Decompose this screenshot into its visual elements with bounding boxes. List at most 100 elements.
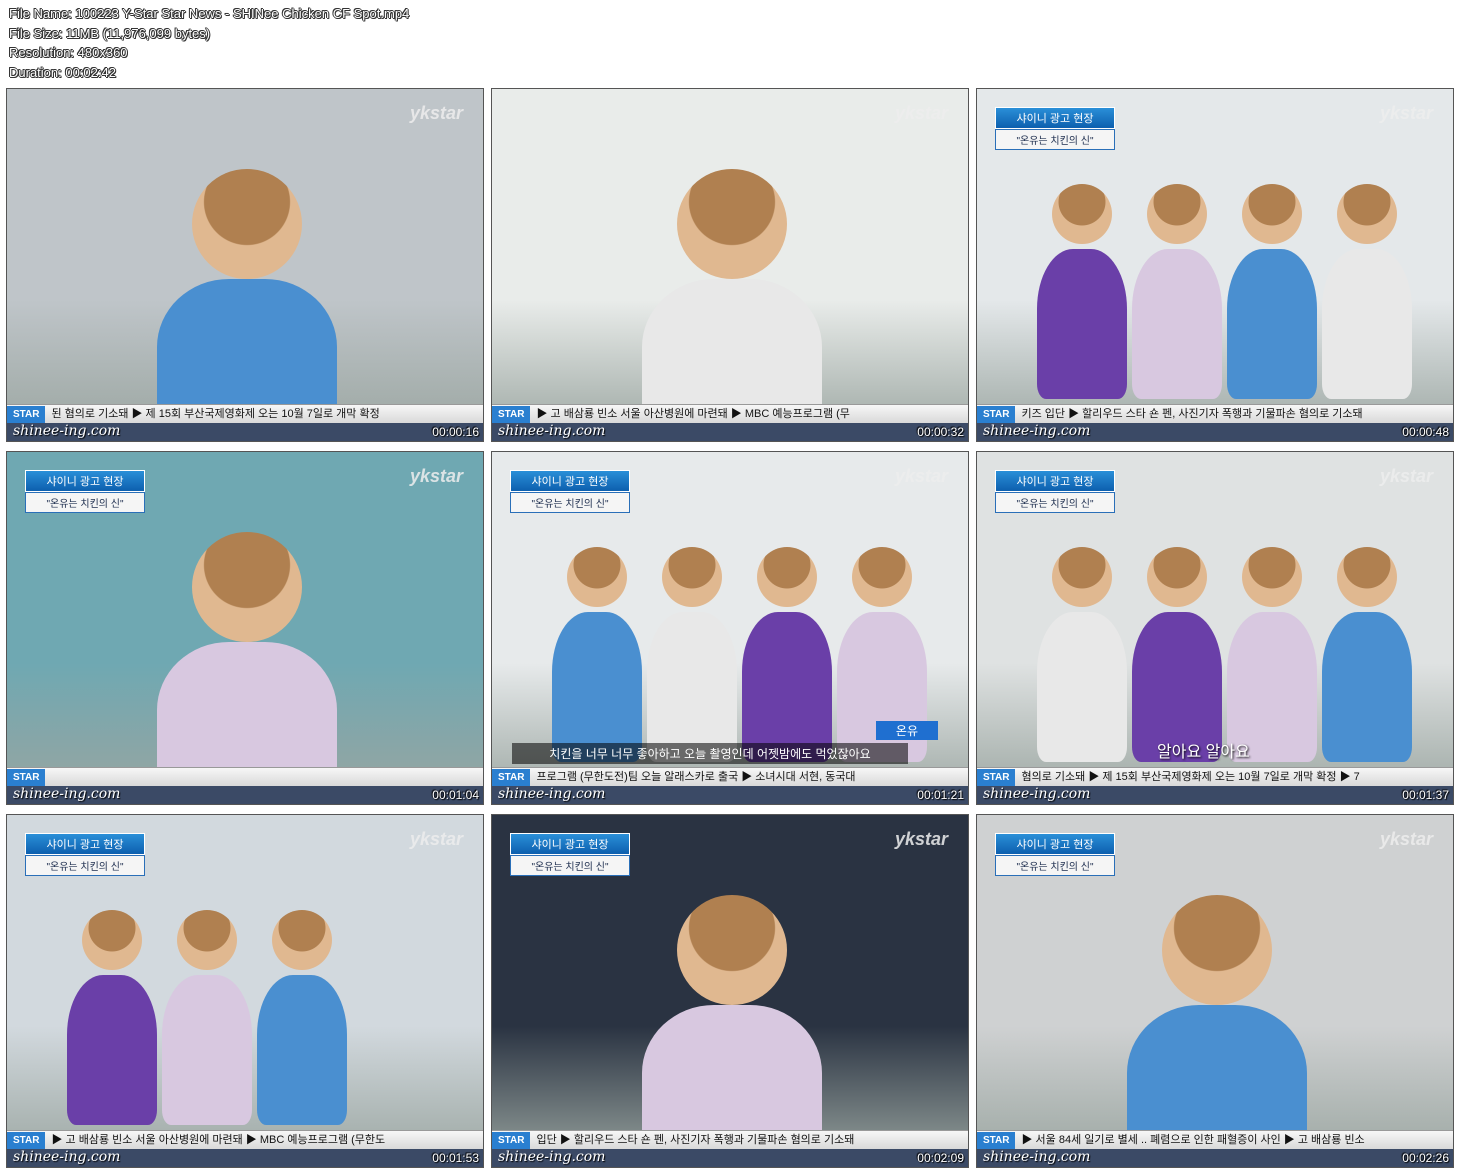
- video-thumbnail[interactable]: ykstar 샤이니 광고 현장 "온유는 치킨의 신" STAR 키즈 입단 ▶ 할리…: [976, 88, 1454, 442]
- person-head: [1242, 547, 1302, 607]
- ticker-text: 프로그램 (무한도전)팀 오늘 알래스카로 출국 ▶ 소녀시대 서현, 동국대: [536, 771, 856, 783]
- person-head: [177, 910, 237, 970]
- ticker-text: 된 혐의로 기소돼 ▶ 제 15회 부산국제영화제 오는 10월 7일로 개막 …: [51, 408, 380, 420]
- video-thumbnail[interactable]: ykstar STAR ▶ 고 배삼룡 빈소 서울 아산병원에 마련돼 ▶ MBC …: [491, 88, 969, 442]
- person-head: [192, 169, 302, 279]
- duration: Duration: 00:02:42: [9, 64, 116, 80]
- site-watermark: shinee-ing.com: [498, 1149, 606, 1165]
- subtitle-text: 알아요 알아요: [1157, 744, 1250, 761]
- video-thumbnail[interactable]: ykstar 샤이니 광고 현장 "온유는 치킨의 신" STAR ▶ 서울 84세 일…: [976, 814, 1454, 1168]
- video-thumbnail[interactable]: ykstar STAR 된 혐의로 기소돼 ▶ 제 15회 부산국제영화제 오는 1…: [6, 88, 484, 442]
- person-head: [1052, 547, 1112, 607]
- person-head: [567, 547, 627, 607]
- news-ticker: STAR: [7, 767, 483, 786]
- person-head: [82, 910, 142, 970]
- news-ticker: STAR 키즈 입단 ▶ 할리우드 스타 숀 펜, 사진기자 폭행과 기물파손 혐…: [977, 404, 1453, 423]
- person-head: [1147, 547, 1207, 607]
- timestamp: 00:01:37: [1402, 788, 1449, 802]
- person-figure: [1227, 249, 1317, 399]
- speaker-name: 온유: [875, 721, 938, 740]
- site-watermark: shinee-ing.com: [983, 423, 1091, 439]
- caption-line2: "온유는 치킨의 신": [510, 492, 630, 513]
- star-badge: STAR: [492, 1132, 531, 1149]
- person-figure: [67, 975, 157, 1125]
- news-caption: 샤이니 광고 현장 "온유는 치킨의 신": [510, 470, 630, 513]
- site-watermark: shinee-ing.com: [983, 786, 1091, 802]
- ticker-text: 키즈 입단 ▶ 할리우드 스타 숀 펜, 사진기자 폭행과 기물파손 혐의로 기…: [1021, 408, 1363, 420]
- person-head: [1337, 547, 1397, 607]
- caption-line1: 샤이니 광고 현장: [25, 470, 145, 492]
- news-ticker: STAR 입단 ▶ 할리우드 스타 숀 펜, 사진기자 폭행과 기물파손 혐의로 …: [492, 1130, 968, 1149]
- file-info: File Name: 100223 Y-Star Star News - SHI…: [9, 4, 409, 82]
- channel-logo: ykstar: [1379, 103, 1433, 123]
- channel-logo: ykstar: [409, 466, 463, 486]
- person-head: [757, 547, 817, 607]
- ticker-text: ▶ 서울 84세 일기로 별세 .. 폐렴으로 인한 패혈증이 사인 ▶ 고 배…: [1021, 1134, 1365, 1146]
- star-badge: STAR: [492, 406, 531, 423]
- channel-logo: ykstar: [409, 103, 463, 123]
- news-ticker: STAR ▶ 고 배삼룡 빈소 서울 아산병원에 마련돼 ▶ MBC 예능프로그램…: [492, 404, 968, 423]
- news-caption: 샤이니 광고 현장 "온유는 치킨의 신": [25, 470, 145, 513]
- channel-logo: ykstar: [894, 829, 948, 849]
- site-watermark: shinee-ing.com: [13, 1149, 121, 1165]
- channel-logo: ykstar: [894, 103, 948, 123]
- person-figure: [1322, 249, 1412, 399]
- timestamp: 00:01:21: [917, 788, 964, 802]
- caption-line1: 샤이니 광고 현장: [510, 470, 630, 492]
- resolution: Resolution: 480x360: [9, 45, 128, 60]
- video-thumbnail[interactable]: ykstar 샤이니 광고 현장 "온유는 치킨의 신" STAR shinee-ing…: [6, 451, 484, 805]
- site-watermark: shinee-ing.com: [13, 423, 121, 439]
- person-head: [192, 532, 302, 642]
- person-head: [677, 895, 787, 1005]
- person-head: [1337, 184, 1397, 244]
- video-thumbnail[interactable]: ykstar 샤이니 광고 현장 "온유는 치킨의 신" 온유 치킨을 너무 너무 좋아…: [491, 451, 969, 805]
- caption-line2: "온유는 치킨의 신": [25, 492, 145, 513]
- person-head: [1162, 895, 1272, 1005]
- subtitle-text: 치킨을 너무 너무 좋아하고 오늘 촬영인데 어젯밤에도 먹었잖아요: [512, 743, 908, 764]
- person-figure: [1037, 612, 1127, 762]
- star-badge: STAR: [7, 1132, 46, 1149]
- news-ticker: STAR 된 혐의로 기소돼 ▶ 제 15회 부산국제영화제 오는 10월 7일로…: [7, 404, 483, 423]
- caption-line1: 샤이니 광고 현장: [995, 107, 1115, 129]
- caption-line1: 샤이니 광고 현장: [995, 833, 1115, 855]
- ticker-text: ▶ 고 배삼룡 빈소 서울 아산병원에 마련돼 ▶ MBC 예능프로그램 (무: [536, 408, 850, 420]
- person-figure: [162, 975, 252, 1125]
- caption-line1: 샤이니 광고 현장: [25, 833, 145, 855]
- person-head: [1242, 184, 1302, 244]
- person-head: [662, 547, 722, 607]
- person-head: [1052, 184, 1112, 244]
- person-head: [852, 547, 912, 607]
- video-thumbnail[interactable]: ykstar 샤이니 광고 현장 "온유는 치킨의 신" STAR ▶ 고 배삼룡 빈소…: [6, 814, 484, 1168]
- caption-line2: "온유는 치킨의 신": [995, 855, 1115, 876]
- news-ticker: STAR ▶ 고 배삼룡 빈소 서울 아산병원에 마련돼 ▶ MBC 예능프로그램…: [7, 1130, 483, 1149]
- person-figure: [1322, 612, 1412, 762]
- news-ticker: STAR 프로그램 (무한도전)팀 오늘 알래스카로 출국 ▶ 소녀시대 서현, …: [492, 767, 968, 786]
- news-caption: 샤이니 광고 현장 "온유는 치킨의 신": [995, 833, 1115, 876]
- ticker-text: 혐의로 기소돼 ▶ 제 15회 부산국제영화제 오는 10월 7일로 개막 확정…: [1021, 771, 1360, 783]
- star-badge: STAR: [977, 769, 1016, 786]
- person-head: [272, 910, 332, 970]
- star-badge: STAR: [977, 406, 1016, 423]
- star-badge: STAR: [7, 406, 46, 423]
- person-figure: [1132, 249, 1222, 399]
- person-figure: [1037, 249, 1127, 399]
- person-head: [677, 169, 787, 279]
- person-figure: [742, 612, 832, 762]
- star-badge: STAR: [492, 769, 531, 786]
- channel-logo: ykstar: [1379, 466, 1433, 486]
- timestamp: 00:00:32: [917, 425, 964, 439]
- news-caption: 샤이니 광고 현장 "온유는 치킨의 신": [995, 470, 1115, 513]
- news-ticker: STAR ▶ 서울 84세 일기로 별세 .. 폐렴으로 인한 패혈증이 사인 ▶…: [977, 1130, 1453, 1149]
- site-watermark: shinee-ing.com: [13, 786, 121, 802]
- timestamp: 00:01:53: [432, 1151, 479, 1165]
- channel-logo: ykstar: [1379, 829, 1433, 849]
- site-watermark: shinee-ing.com: [498, 423, 606, 439]
- person-figure: [552, 612, 642, 762]
- timestamp: 00:01:04: [432, 788, 479, 802]
- ticker-text: 입단 ▶ 할리우드 스타 숀 펜, 사진기자 폭행과 기물파손 혐의로 기소돼: [536, 1134, 855, 1146]
- video-thumbnail[interactable]: ykstar 샤이니 광고 현장 "온유는 치킨의 신" STAR 입단 ▶ 할리우드 …: [491, 814, 969, 1168]
- person-figure: [647, 612, 737, 762]
- timestamp: 00:00:48: [1402, 425, 1449, 439]
- video-thumbnail[interactable]: ykstar 샤이니 광고 현장 "온유는 치킨의 신" 알아요 알아요 STAR 혐의로…: [976, 451, 1454, 805]
- news-ticker: STAR 혐의로 기소돼 ▶ 제 15회 부산국제영화제 오는 10월 7일로 개…: [977, 767, 1453, 786]
